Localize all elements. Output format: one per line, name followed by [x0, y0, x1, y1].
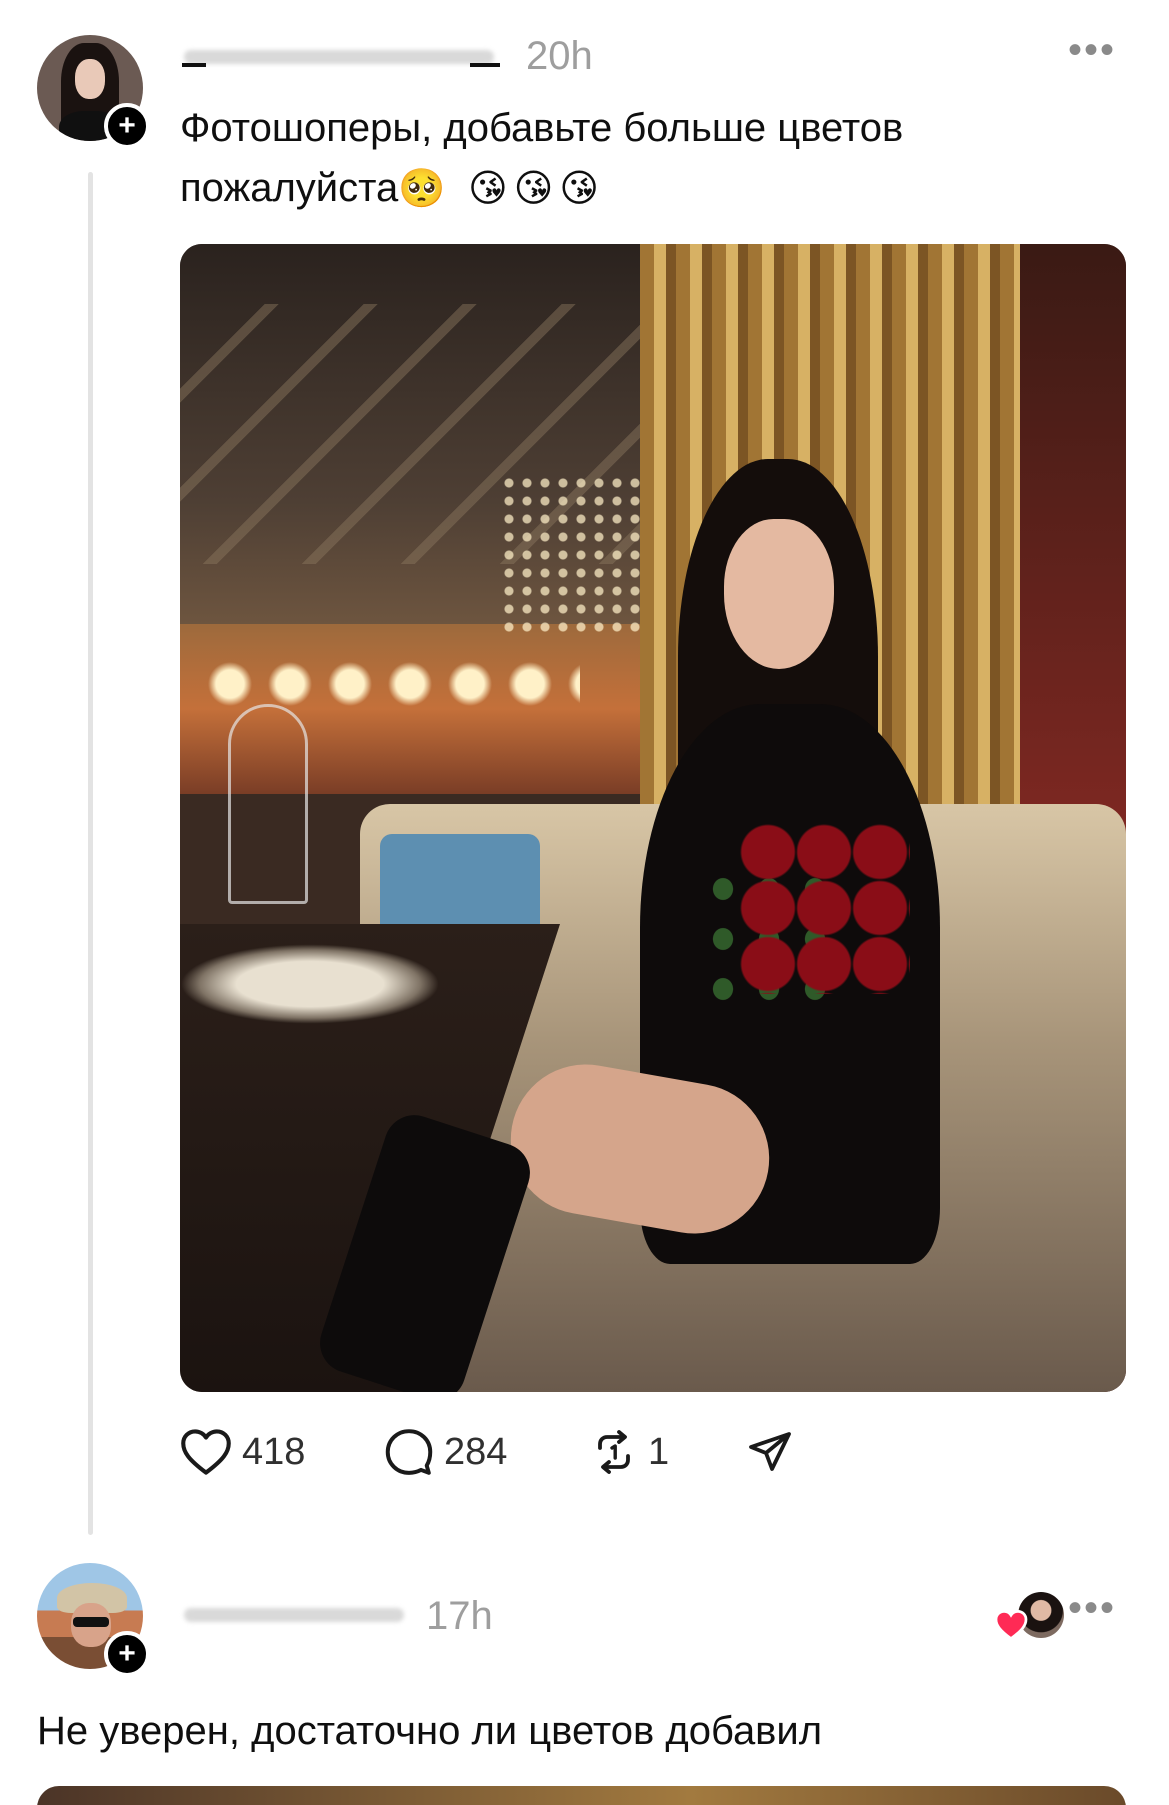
- author-username-blurred[interactable]: [184, 50, 494, 64]
- photo-woman-face: [724, 519, 834, 669]
- avatar-face: [75, 59, 105, 99]
- post-text-line-1: Фотошоперы, добавьте больше цветов: [180, 106, 904, 150]
- avatar-sunglasses: [73, 1617, 109, 1627]
- thread-connector-line: [88, 172, 93, 1535]
- username-underscore-right: [470, 63, 500, 67]
- post-text-line-2: пожалуйста🥺 😘😘😘: [180, 158, 1080, 219]
- post-actions: 418 284 1: [180, 1424, 880, 1480]
- like-count: 418: [242, 1430, 306, 1473]
- username-underscore-left: [182, 63, 206, 67]
- reply-username-blurred[interactable]: [184, 1608, 404, 1622]
- liked-by-author-indicator: [994, 1592, 1064, 1642]
- comment-icon: [385, 1429, 433, 1475]
- repost-button[interactable]: 1: [590, 1424, 669, 1480]
- reply-more-options-icon[interactable]: •••: [1068, 1588, 1116, 1628]
- repost-count: 1: [648, 1430, 670, 1473]
- reply-timestamp: 17h: [426, 1594, 493, 1638]
- more-options-icon[interactable]: •••: [1068, 30, 1116, 70]
- heart-filled-icon: [994, 1610, 1028, 1640]
- post-timestamp: 20h: [526, 34, 593, 78]
- reply-photo[interactable]: [37, 1786, 1126, 1805]
- repost-icon: [598, 1430, 630, 1474]
- photo-roses: [740, 824, 910, 994]
- follow-plus-icon[interactable]: +: [104, 1631, 150, 1677]
- reply-text: Не уверен, достаточно ли цветов добавил: [37, 1709, 823, 1753]
- send-icon: [749, 1432, 791, 1471]
- heart-icon: [181, 1429, 231, 1475]
- reply-count: 284: [444, 1430, 508, 1473]
- photo-chandelier: [500, 474, 640, 634]
- reply-button[interactable]: 284: [384, 1424, 507, 1480]
- share-button[interactable]: [746, 1424, 794, 1480]
- post-text-line-2-word: пожалуйста: [180, 166, 399, 210]
- photo-wine-glass: [228, 704, 308, 904]
- like-button[interactable]: 418: [180, 1424, 305, 1480]
- emoji-group: 🥺 😘😘😘: [398, 168, 605, 210]
- post-text: Фотошоперы, добавьте больше цветов пожал…: [180, 98, 1080, 219]
- follow-plus-icon[interactable]: +: [104, 103, 150, 149]
- post-photo[interactable]: [180, 244, 1126, 1392]
- threads-feed: + 20h ••• Фотошоперы, добавьте больше цв…: [0, 0, 1169, 1805]
- photo-plate: [180, 944, 440, 1024]
